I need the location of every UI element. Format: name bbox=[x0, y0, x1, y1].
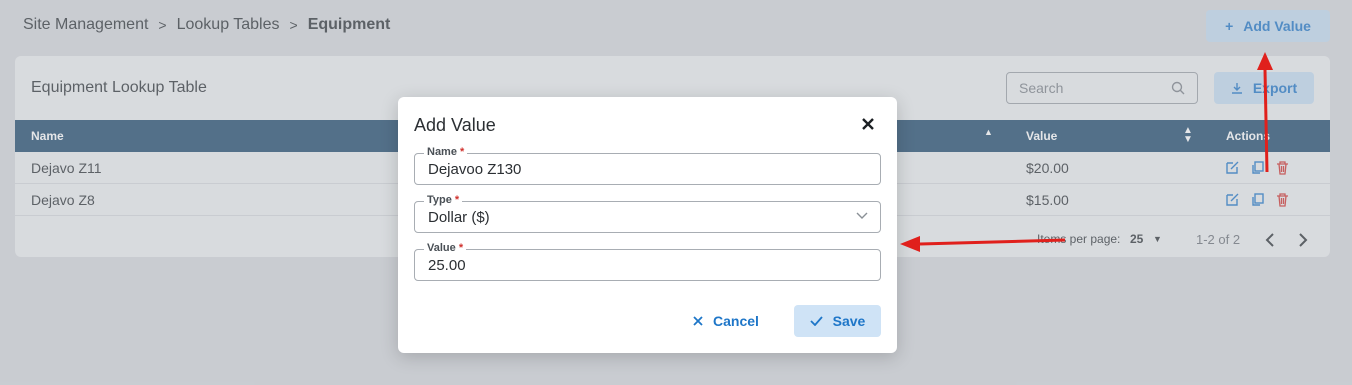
value-field[interactable]: Value * 25.00 bbox=[414, 242, 881, 281]
type-label: Type * bbox=[424, 194, 463, 206]
value-label: Value * bbox=[424, 242, 467, 254]
cancel-button[interactable]: Cancel bbox=[686, 305, 766, 337]
value-input[interactable]: 25.00 bbox=[428, 257, 466, 274]
save-label: Save bbox=[832, 313, 866, 329]
add-value-dialog: Add Value Name * Dejavoo Z130 Type * Dol… bbox=[398, 97, 897, 353]
name-label: Name * bbox=[424, 146, 468, 158]
dialog-title: Add Value bbox=[414, 115, 496, 135]
chevron-down-icon[interactable] bbox=[856, 212, 868, 220]
save-button[interactable]: Save bbox=[794, 305, 881, 337]
type-select[interactable]: Type * Dollar ($) bbox=[414, 194, 881, 233]
type-value[interactable]: Dollar ($) bbox=[428, 209, 490, 226]
close-icon bbox=[693, 316, 703, 326]
name-input[interactable]: Dejavoo Z130 bbox=[428, 161, 521, 178]
check-icon bbox=[810, 316, 823, 326]
cancel-label: Cancel bbox=[713, 313, 759, 329]
close-icon[interactable] bbox=[859, 115, 877, 133]
name-field[interactable]: Name * Dejavoo Z130 bbox=[414, 146, 881, 185]
